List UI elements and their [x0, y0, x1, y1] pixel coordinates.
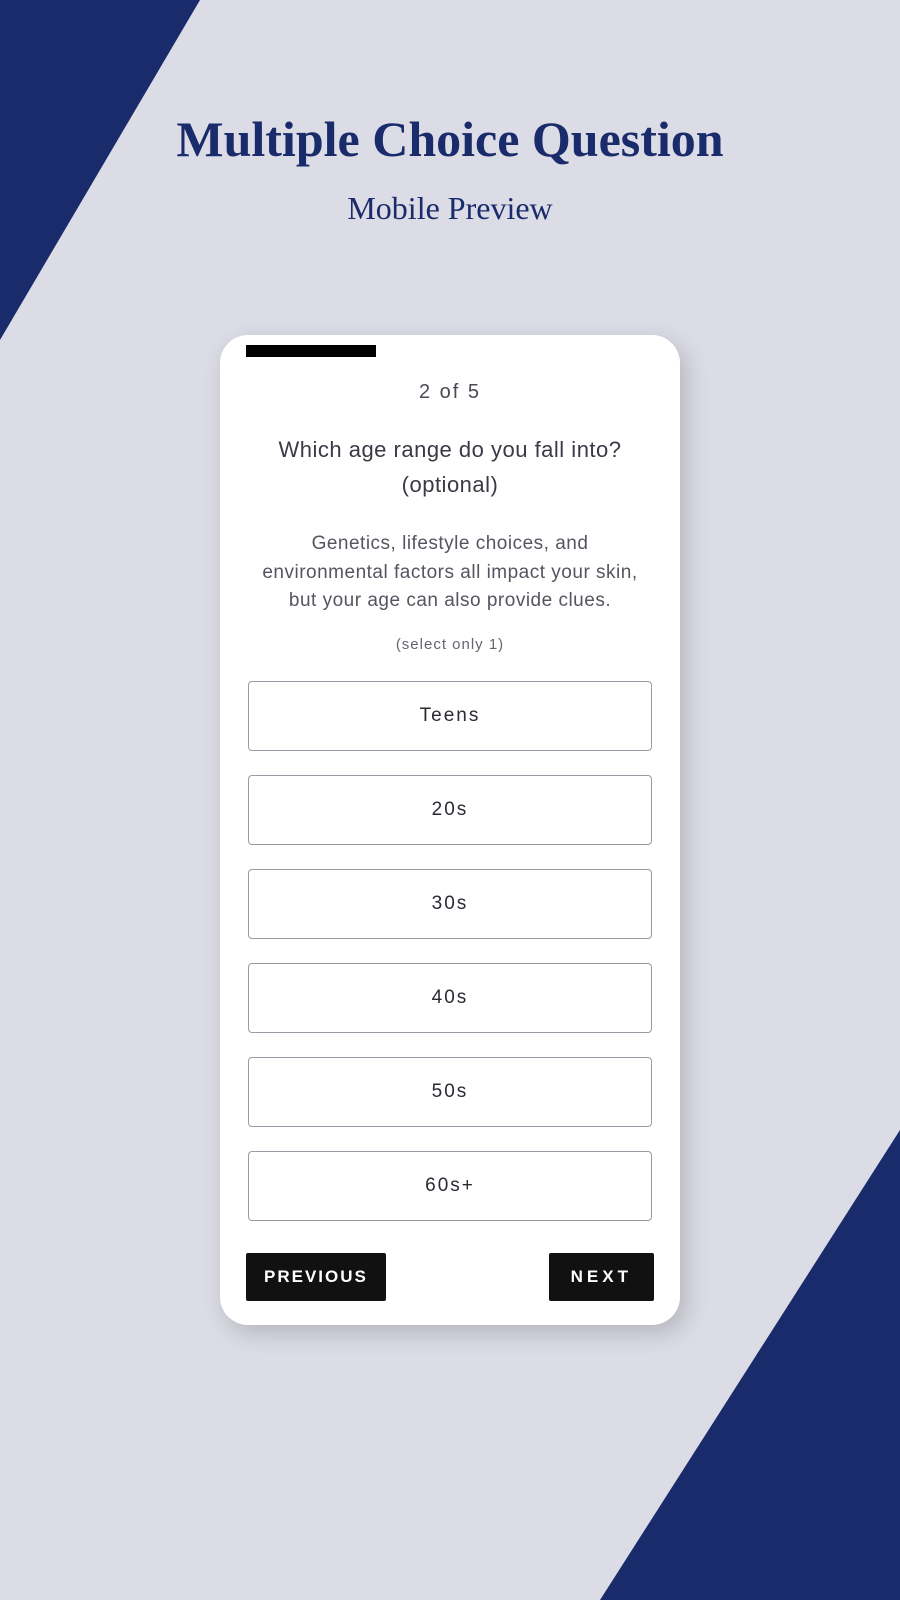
nav-buttons: PREVIOUS NEXT — [246, 1253, 654, 1301]
option-50s[interactable]: 50s — [248, 1057, 652, 1127]
question-text: Which age range do you fall into? (optio… — [246, 432, 654, 502]
page-subtitle: Mobile Preview — [0, 190, 900, 227]
option-teens[interactable]: Teens — [248, 681, 652, 751]
page-title: Multiple Choice Question — [0, 110, 900, 168]
option-20s[interactable]: 20s — [248, 775, 652, 845]
question-description: Genetics, lifestyle choices, and environ… — [246, 530, 654, 616]
option-30s[interactable]: 30s — [248, 869, 652, 939]
next-button[interactable]: NEXT — [549, 1253, 654, 1301]
options-list: Teens 20s 30s 40s 50s 60s+ — [246, 681, 654, 1221]
step-counter: 2 of 5 — [246, 381, 654, 404]
option-60s-plus[interactable]: 60s+ — [248, 1151, 652, 1221]
select-hint: (select only 1) — [246, 636, 654, 653]
previous-button[interactable]: PREVIOUS — [246, 1253, 386, 1301]
option-40s[interactable]: 40s — [248, 963, 652, 1033]
progress-bar — [246, 345, 376, 357]
decorative-triangle-top — [0, 0, 200, 340]
mobile-preview-frame: 2 of 5 Which age range do you fall into?… — [220, 335, 680, 1325]
